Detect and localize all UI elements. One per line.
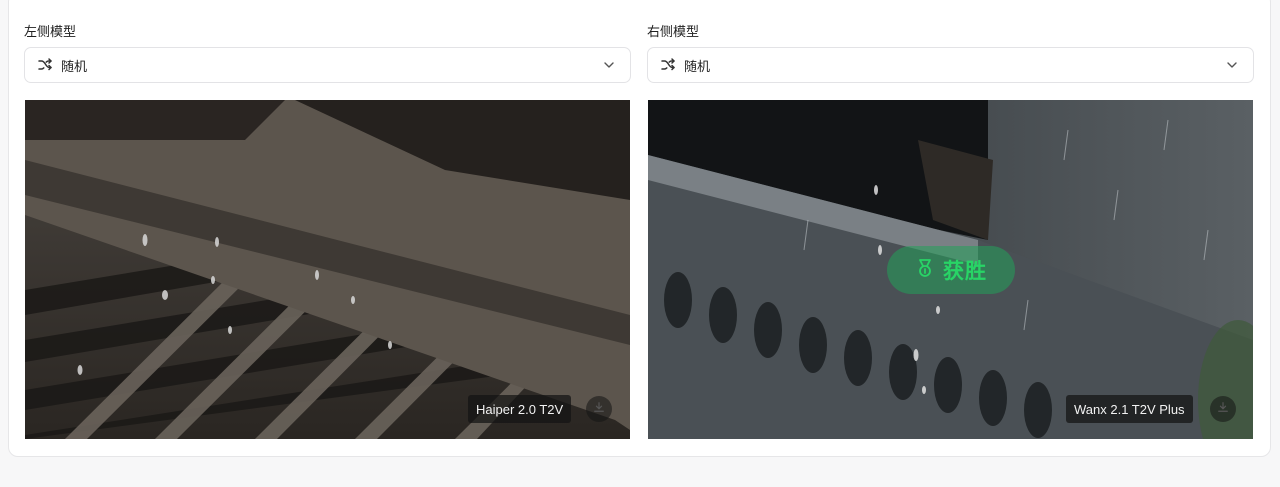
right-download-button[interactable] xyxy=(1210,396,1236,422)
left-download-button[interactable] xyxy=(586,396,612,422)
left-select-value: 随机 xyxy=(61,58,88,74)
chevron-down-icon xyxy=(602,58,616,72)
winner-text: 获胜 xyxy=(943,260,987,283)
left-model-label: 左侧模型 xyxy=(24,24,77,39)
chevron-down-icon xyxy=(1225,58,1239,72)
right-select-value: 随机 xyxy=(684,58,711,74)
shuffle-icon xyxy=(660,57,676,73)
right-model-label: 右侧模型 xyxy=(647,24,700,39)
shuffle-icon xyxy=(37,57,53,73)
left-video-frame xyxy=(25,100,630,439)
download-icon xyxy=(593,400,605,418)
right-video-player[interactable]: 获胜 Wanx 2.1 T2V Plus xyxy=(648,100,1253,439)
download-icon xyxy=(1217,400,1229,418)
left-model-select[interactable]: 随机 xyxy=(24,47,631,83)
left-model-name: Haiper 2.0 T2V xyxy=(468,395,572,423)
winner-badge: 获胜 xyxy=(887,246,1015,294)
right-model-name: Wanx 2.1 T2V Plus xyxy=(1066,395,1193,423)
left-video-player[interactable]: Haiper 2.0 T2V xyxy=(25,100,630,439)
medal-icon xyxy=(915,258,935,283)
right-model-select[interactable]: 随机 xyxy=(647,47,1254,83)
